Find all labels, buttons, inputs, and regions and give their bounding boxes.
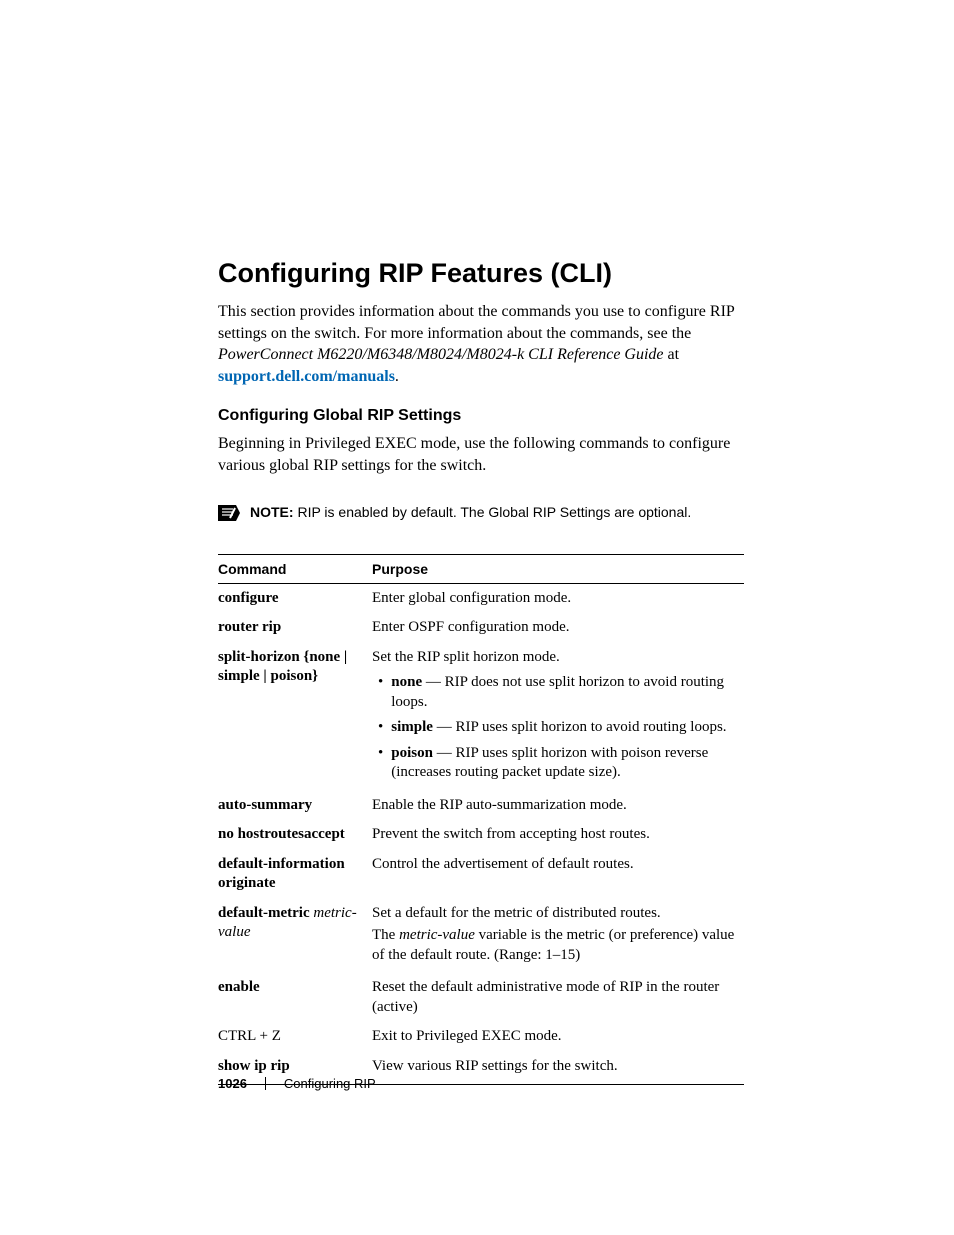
table-row: router rip Enter OSPF configuration mode…	[218, 613, 744, 643]
cmd-cell: configure	[218, 583, 372, 613]
bullet-item: • poison — RIP uses split horizon with p…	[372, 741, 740, 786]
cmd-cell: router rip	[218, 613, 372, 643]
table-row: enable Reset the default administrative …	[218, 973, 744, 1022]
page-heading: Configuring RIP Features (CLI)	[218, 258, 744, 289]
table-row: configure Enter global configuration mod…	[218, 583, 744, 613]
subheading: Configuring Global RIP Settings	[218, 407, 744, 425]
subheading-text: Beginning in Privileged EXEC mode, use t…	[218, 433, 744, 476]
th-command: Command	[218, 554, 372, 583]
bullet-bold: none	[391, 674, 422, 690]
purpose-cell: Exit to Privileged EXEC mode.	[372, 1022, 744, 1052]
bullet-bold: poison	[391, 745, 433, 761]
page: Configuring RIP Features (CLI) This sect…	[0, 0, 954, 1235]
page-number: 1026	[218, 1076, 247, 1091]
table-row: CTRL + Z Exit to Privileged EXEC mode.	[218, 1022, 744, 1052]
purpose-cell: Enable the RIP auto-summarization mode.	[372, 791, 744, 821]
bullet-rest: — RIP uses split horizon to avoid routin…	[433, 719, 727, 735]
footer-section: Configuring RIP	[284, 1076, 376, 1091]
purpose-cell: Set a default for the metric of distribu…	[372, 899, 744, 974]
intro-end: .	[395, 368, 399, 385]
cmd-cell: enable	[218, 973, 372, 1022]
command-table: Command Purpose configure Enter global c…	[218, 554, 744, 1086]
note-body: RIP is enabled by default. The Global RI…	[294, 504, 692, 520]
bullet-bold: simple	[391, 719, 433, 735]
purpose-lead: Set the RIP split horizon mode.	[372, 648, 740, 671]
footer-separator-icon	[265, 1077, 266, 1090]
table-row: split-horizon {none | simple | poison} S…	[218, 643, 744, 791]
intro-pre: This section provides information about …	[218, 303, 734, 342]
bullet-text: simple — RIP uses split horizon to avoid…	[391, 718, 726, 738]
cmd-cell: auto-summary	[218, 791, 372, 821]
page-footer: 1026 Configuring RIP	[218, 1076, 376, 1091]
th-purpose: Purpose	[372, 554, 744, 583]
purpose-cell: Enter global configuration mode.	[372, 583, 744, 613]
cmd-cell: CTRL + Z	[218, 1022, 372, 1052]
intro-paragraph: This section provides information about …	[218, 301, 744, 387]
purpose-extra: The metric-value variable is the metric …	[372, 926, 740, 968]
pe-pre: The	[372, 927, 399, 943]
bullet-text: none — RIP does not use split horizon to…	[391, 673, 740, 712]
note-block: NOTE: RIP is enabled by default. The Glo…	[218, 503, 744, 526]
bullet-icon: •	[378, 673, 383, 712]
table-row: no hostroutesaccept Prevent the switch f…	[218, 820, 744, 850]
bullet-icon: •	[378, 744, 383, 783]
cmd-cell: default-metric metric-value	[218, 899, 372, 974]
purpose-cell: View various RIP settings for the switch…	[372, 1052, 744, 1085]
note-text: NOTE: RIP is enabled by default. The Glo…	[250, 503, 691, 521]
bullet-item: • none — RIP does not use split horizon …	[372, 670, 740, 715]
note-label: NOTE:	[250, 504, 294, 520]
bullet-item: • simple — RIP uses split horizon to avo…	[372, 715, 740, 741]
bullet-icon: •	[378, 718, 383, 738]
cmd-cell: default-information originate	[218, 850, 372, 899]
pe-ital: metric-value	[399, 927, 475, 943]
note-icon	[218, 505, 240, 526]
table-row: auto-summary Enable the RIP auto-summari…	[218, 791, 744, 821]
purpose-cell: Enter OSPF configuration mode.	[372, 613, 744, 643]
bullet-text: poison — RIP uses split horizon with poi…	[391, 744, 740, 783]
cmd-cell: no hostroutesaccept	[218, 820, 372, 850]
cmd-bold: default-metric	[218, 905, 313, 921]
bullet-rest: — RIP does not use split horizon to avoi…	[391, 674, 724, 710]
intro-link[interactable]: support.dell.com/manuals	[218, 368, 395, 385]
bullet-rest: — RIP uses split horizon with poison rev…	[391, 745, 708, 781]
cmd-cell: split-horizon {none | simple | poison}	[218, 643, 372, 791]
table-row: default-information originate Control th…	[218, 850, 744, 899]
purpose-cell: Reset the default administrative mode of…	[372, 973, 744, 1022]
purpose-lead: Set a default for the metric of distribu…	[372, 904, 740, 927]
purpose-cell: Prevent the switch from accepting host r…	[372, 820, 744, 850]
intro-post: at	[664, 346, 680, 363]
intro-doc-title: PowerConnect M6220/M6348/M8024/M8024-k C…	[218, 346, 664, 363]
purpose-cell: Set the RIP split horizon mode. • none —…	[372, 643, 744, 791]
table-row: default-metric metric-value Set a defaul…	[218, 899, 744, 974]
purpose-cell: Control the advertisement of default rou…	[372, 850, 744, 899]
